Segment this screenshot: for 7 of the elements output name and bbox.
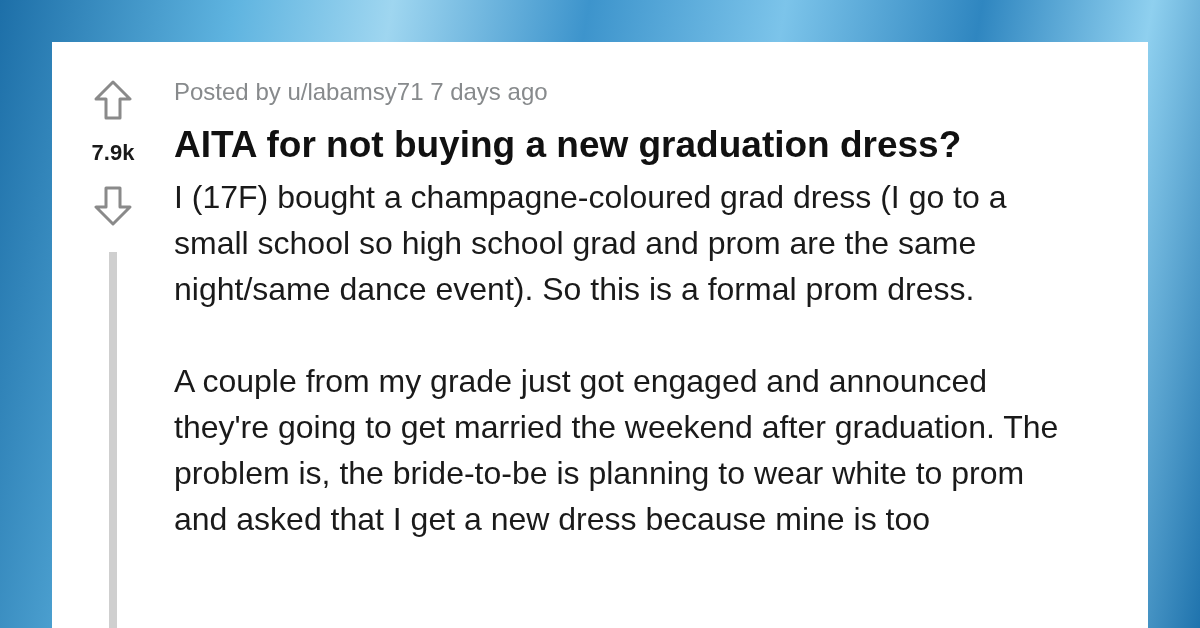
post-title: AITA for not buying a new graduation dress? xyxy=(174,123,963,167)
downvote-icon[interactable] xyxy=(93,186,133,226)
post-paragraph: I (17F) bought a champagne-coloured grad dress (I go to a small school so high school grad and prom are the same night/same dance event). So this is a formal prom dress. xyxy=(174,178,1008,309)
upvote-icon[interactable] xyxy=(93,80,133,120)
post-paragraph: A couple from my grade just got engaged and announced they're going to get married the weekend after graduation. The problem is, the bride-to-be is planning to wear white to prom and asked that I get a new dress because mine is too xyxy=(174,362,1060,539)
post-meta: Posted by u/labamsy71 7 days ago xyxy=(174,77,549,107)
vote-score: 7.9k xyxy=(91,142,135,164)
